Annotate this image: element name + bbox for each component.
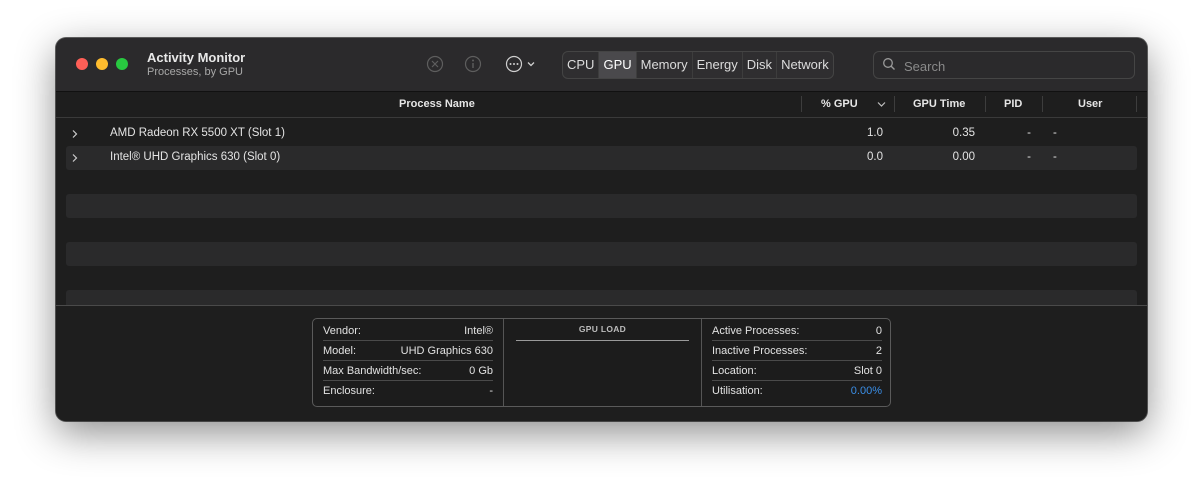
location-label: Location: xyxy=(712,365,757,377)
empty-row xyxy=(66,242,1137,266)
table-header: Process Name % GPU GPU Time PID User xyxy=(56,91,1147,118)
gpu-percent: 1.0 xyxy=(867,127,883,139)
pid: - xyxy=(1027,151,1031,163)
gpu-details: Vendor: Intel® Model: UHD Graphics 630 M… xyxy=(313,319,504,406)
gpu-load-graph: GPU LOAD xyxy=(504,319,702,406)
location-row: Location: Slot 0 xyxy=(712,361,882,381)
app-title: Activity Monitor xyxy=(147,50,246,65)
tab-network[interactable]: Network xyxy=(777,52,833,78)
gpu-percent: 0.0 xyxy=(867,151,883,163)
model-label: Model: xyxy=(323,345,357,357)
empty-row xyxy=(66,266,1137,290)
search-icon xyxy=(883,58,895,70)
model-value: UHD Graphics 630 xyxy=(400,345,493,357)
column-gpu-time[interactable]: GPU Time xyxy=(913,98,965,110)
tab-energy[interactable]: Energy xyxy=(693,52,743,78)
pid: - xyxy=(1027,127,1031,139)
user: - xyxy=(1053,127,1057,139)
process-summary: Active Processes: 0 Inactive Processes: … xyxy=(702,319,890,406)
tab-memory[interactable]: Memory xyxy=(637,52,693,78)
sort-descending-icon xyxy=(877,102,886,107)
tab-gpu[interactable]: GPU xyxy=(599,52,637,78)
minimize-button[interactable] xyxy=(96,58,108,70)
tab-cpu[interactable]: CPU xyxy=(563,52,600,78)
column-divider xyxy=(801,96,802,112)
tab-disk[interactable]: Disk xyxy=(743,52,778,78)
inspect-button[interactable] xyxy=(464,55,482,73)
column-divider xyxy=(985,96,986,112)
gpu-load-chart xyxy=(516,342,689,404)
process-name: Intel® UHD Graphics 630 (Slot 0) xyxy=(110,151,281,163)
close-button[interactable] xyxy=(76,58,88,70)
view-tab-bar: CPU GPU Memory Energy Disk Network xyxy=(562,51,834,79)
active-processes-label: Active Processes: xyxy=(712,325,800,337)
column-pid[interactable]: PID xyxy=(1004,98,1022,110)
inactive-processes-row: Inactive Processes: 2 xyxy=(712,341,882,361)
inactive-processes-label: Inactive Processes: xyxy=(712,345,808,357)
chevron-right-icon[interactable] xyxy=(71,153,79,163)
active-processes-value: 0 xyxy=(875,325,882,337)
column-gpu-percent[interactable]: % GPU xyxy=(821,98,858,110)
enclosure-label: Enclosure: xyxy=(323,385,375,397)
inactive-processes-value: 2 xyxy=(875,345,882,357)
column-divider xyxy=(894,96,895,112)
process-name: AMD Radeon RX 5500 XT (Slot 1) xyxy=(110,127,285,139)
empty-row xyxy=(66,290,1137,305)
title-bar: Activity Monitor Processes, by GPU CPU G… xyxy=(56,38,1147,91)
enclosure-row: Enclosure: - xyxy=(323,381,493,400)
user: - xyxy=(1053,151,1057,163)
zoom-button[interactable] xyxy=(116,58,128,70)
enclosure-value: - xyxy=(489,385,493,397)
utilisation-row: Utilisation: 0.00% xyxy=(712,381,882,400)
utilisation-label: Utilisation: xyxy=(712,385,763,397)
app-subtitle: Processes, by GPU xyxy=(147,66,243,78)
active-processes-row: Active Processes: 0 xyxy=(712,321,882,341)
bandwidth-value: 0 Gb xyxy=(469,365,493,377)
chevron-down-icon xyxy=(527,62,535,67)
activity-monitor-window: Activity Monitor Processes, by GPU CPU G… xyxy=(56,38,1147,421)
column-divider xyxy=(1042,96,1043,112)
column-process-name[interactable]: Process Name xyxy=(399,98,475,110)
empty-row xyxy=(66,218,1137,242)
chevron-right-icon[interactable] xyxy=(71,129,79,139)
vendor-value: Intel® xyxy=(464,325,493,337)
gpu-load-title: GPU LOAD xyxy=(578,324,627,334)
search-field[interactable] xyxy=(873,51,1135,79)
location-value: Slot 0 xyxy=(853,365,882,377)
gpu-time: 0.00 xyxy=(952,151,975,163)
utilisation-value: 0.00% xyxy=(850,385,882,397)
model-row: Model: UHD Graphics 630 xyxy=(323,341,493,361)
search-input[interactable] xyxy=(902,55,1126,77)
table-row[interactable]: AMD Radeon RX 5500 XT (Slot 1) 1.0 0.35 … xyxy=(66,122,1137,146)
vendor-label: Vendor: xyxy=(323,325,361,337)
bandwidth-row: Max Bandwidth/sec: 0 Gb xyxy=(323,361,493,381)
empty-row xyxy=(66,194,1137,218)
more-menu-button[interactable] xyxy=(503,55,539,73)
more-icon xyxy=(505,55,523,73)
info-icon xyxy=(464,55,482,73)
process-list: AMD Radeon RX 5500 XT (Slot 1) 1.0 0.35 … xyxy=(66,122,1137,305)
gpu-info-panel: Vendor: Intel® Model: UHD Graphics 630 M… xyxy=(312,318,891,407)
table-row[interactable]: Intel® UHD Graphics 630 (Slot 0) 0.0 0.0… xyxy=(66,146,1137,170)
column-divider xyxy=(1136,96,1137,112)
gpu-info-area: Vendor: Intel® Model: UHD Graphics 630 M… xyxy=(56,306,1147,421)
gpu-time: 0.35 xyxy=(952,127,975,139)
vendor-row: Vendor: Intel® xyxy=(323,321,493,341)
column-user[interactable]: User xyxy=(1078,98,1102,110)
gpu-load-baseline xyxy=(516,340,689,341)
empty-row xyxy=(66,170,1137,194)
bandwidth-label: Max Bandwidth/sec: xyxy=(323,365,422,377)
stop-icon xyxy=(426,55,444,73)
stop-process-button[interactable] xyxy=(426,55,444,73)
